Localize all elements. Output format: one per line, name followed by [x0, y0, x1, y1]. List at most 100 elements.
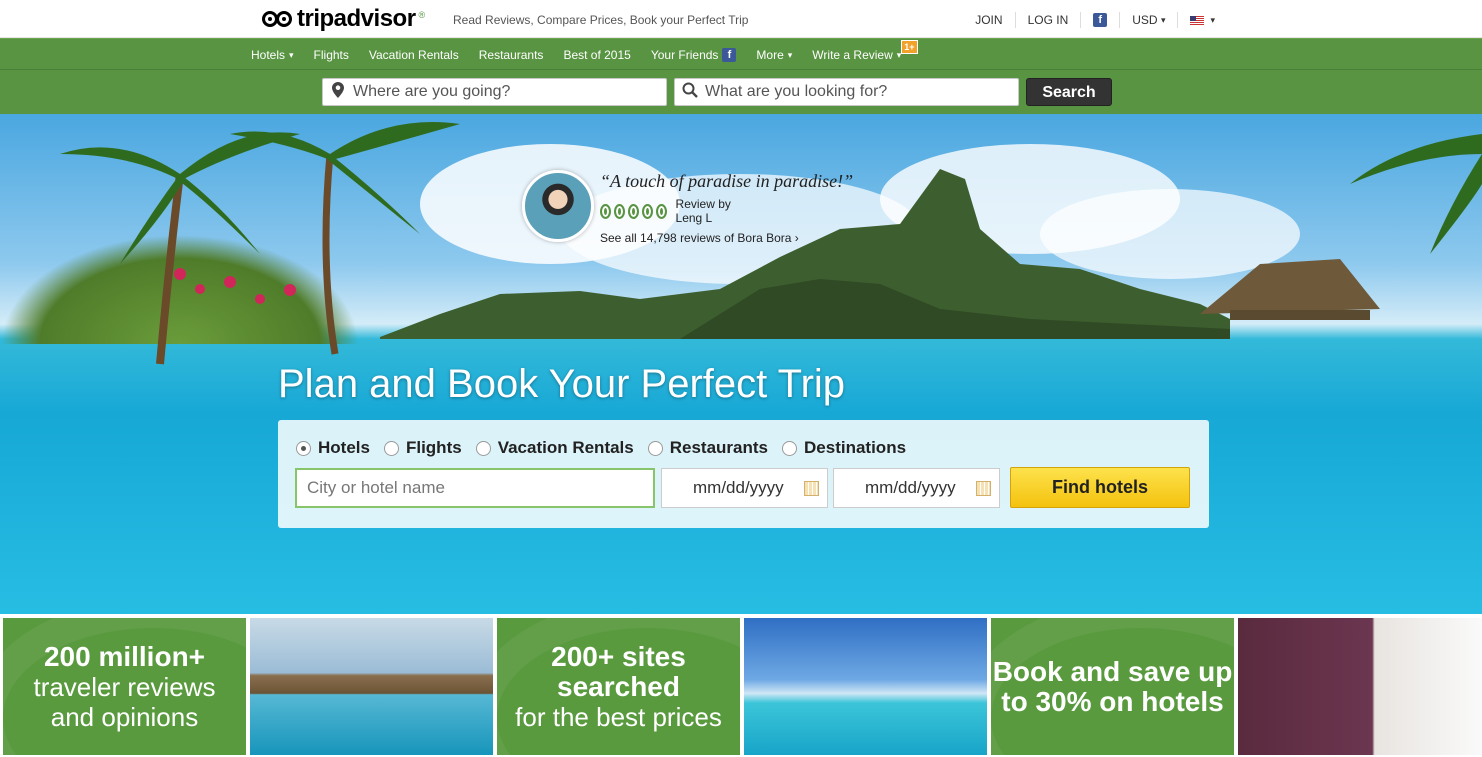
- facebook-icon: f: [722, 48, 737, 62]
- radio-vacation-rentals[interactable]: Vacation Rentals: [475, 438, 634, 458]
- site-tagline: Read Reviews, Compare Prices, Book your …: [453, 13, 749, 27]
- nav-write-review[interactable]: Write a Review ▾ 1+: [812, 40, 921, 62]
- map-pin-icon: [323, 81, 353, 103]
- nav-more-label: More: [756, 48, 784, 62]
- hero-headline: Plan and Book Your Perfect Trip: [278, 362, 846, 406]
- tile-sites-line2: searched: [557, 670, 680, 702]
- where-search-input[interactable]: Where are you going?: [322, 78, 667, 106]
- language-select[interactable]: ▾: [1178, 12, 1227, 28]
- nav-your-friends[interactable]: Your Friends f: [651, 48, 737, 62]
- chevron-down-icon: ▾: [787, 49, 793, 60]
- tile-sites-line3: for the best prices: [515, 701, 722, 732]
- search-icon: [675, 82, 705, 103]
- trip-planner-panel: Hotels Flights Vacation Rentals Restaura…: [278, 420, 1209, 528]
- nav-hotels-label: Hotels: [251, 48, 286, 62]
- nav-flights[interactable]: Flights: [314, 48, 349, 62]
- nav-more[interactable]: More ▾: [756, 48, 792, 62]
- checkout-placeholder: mm/dd/yyyy: [865, 478, 956, 497]
- owl-eyes-icon: [262, 9, 294, 29]
- find-hotels-button[interactable]: Find hotels: [1010, 467, 1190, 508]
- city-hotel-input[interactable]: City or hotel name: [295, 468, 655, 508]
- see-all-reviews-link[interactable]: See all 14,798 reviews of Bora Bora ›: [600, 231, 799, 245]
- currency-value: USD: [1132, 13, 1158, 27]
- hero-banner: “A touch of paradise in paradise!” Revie…: [0, 114, 1482, 614]
- join-link[interactable]: JOIN: [963, 12, 1016, 28]
- us-flag-icon: [1190, 15, 1205, 25]
- tile-photo-infinity-pool[interactable]: [250, 618, 493, 755]
- checkin-placeholder: mm/dd/yyyy: [693, 478, 784, 497]
- radio-unselected-icon: [475, 440, 491, 456]
- radio-hotels-label: Hotels: [318, 438, 370, 457]
- nav-vacation-rentals[interactable]: Vacation Rentals: [369, 48, 459, 62]
- tile-photo-bungalows[interactable]: [744, 618, 987, 755]
- registered-mark: ®: [418, 10, 426, 20]
- tile-savings-line2: to 30% on hotels: [1001, 685, 1224, 717]
- checkout-date-input[interactable]: mm/dd/yyyy: [833, 468, 1000, 508]
- main-nav: Hotels ▾ Flights Vacation Rentals Restaur…: [0, 38, 1482, 70]
- radio-unselected-icon: [383, 440, 399, 456]
- radio-destinations[interactable]: Destinations: [782, 438, 906, 458]
- nav-flights-label: Flights: [313, 48, 349, 62]
- radio-unselected-icon: [647, 440, 663, 456]
- rating-bubble-icon: [600, 203, 611, 219]
- promo-tiles: 200 million+ traveler reviews and opinio…: [0, 614, 1482, 757]
- nav-hotels[interactable]: Hotels ▾: [251, 48, 294, 62]
- logo-text-trip: trip: [297, 5, 334, 32]
- checkin-date-input[interactable]: mm/dd/yyyy: [661, 468, 828, 508]
- calendar-icon[interactable]: [804, 481, 819, 496]
- nav-vacation-rentals-label: Vacation Rentals: [368, 48, 459, 62]
- what-placeholder: What are you looking for?: [705, 83, 888, 100]
- tile-reviews-line3: and opinions: [50, 701, 199, 732]
- overwater-bungalow: [1200, 134, 1482, 320]
- radio-vacation-rentals-label: Vacation Rentals: [497, 438, 634, 457]
- tile-photo-hotel-room[interactable]: [1238, 618, 1482, 755]
- currency-select[interactable]: USD ▾: [1120, 12, 1179, 28]
- radio-unselected-icon: [782, 440, 798, 456]
- search-type-options: Hotels Flights Vacation Rentals Restaura…: [296, 438, 920, 458]
- review-quote: “A touch of paradise in paradise!”: [600, 171, 854, 191]
- chevron-down-icon: ▾: [1160, 14, 1166, 25]
- tripadvisor-logo[interactable]: tripadvisor ®: [262, 5, 426, 32]
- palm-trees: [60, 122, 460, 365]
- radio-flights[interactable]: Flights: [383, 438, 462, 458]
- nav-best-of-2015[interactable]: Best of 2015: [563, 48, 630, 62]
- nav-your-friends-label: Your Friends: [650, 48, 719, 62]
- search-button[interactable]: Search: [1026, 78, 1112, 106]
- nav-write-review-label: Write a Review: [812, 48, 893, 62]
- chevron-down-icon: ▾: [1210, 14, 1215, 25]
- top-bar: tripadvisor ® Read Reviews, Compare Pric…: [0, 0, 1482, 38]
- logo-text-advisor: advisor: [333, 5, 416, 32]
- login-link[interactable]: LOG IN: [1016, 12, 1082, 28]
- rating-bubble-icon: [613, 203, 625, 219]
- tile-reviews-line2: traveler reviews: [33, 671, 216, 702]
- radio-restaurants[interactable]: Restaurants: [647, 438, 769, 458]
- nav-restaurants[interactable]: Restaurants: [479, 48, 544, 62]
- radio-hotels[interactable]: Hotels: [296, 438, 370, 458]
- nav-best-of-label: Best of 2015: [563, 48, 631, 62]
- chevron-down-icon: ▾: [289, 49, 294, 60]
- account-links: JOIN LOG IN f USD ▾ ▾: [963, 12, 1482, 28]
- reviewer-avatar: [522, 170, 594, 242]
- what-search-input[interactable]: What are you looking for?: [674, 78, 1019, 106]
- bora-bora-mountain: [380, 169, 1230, 339]
- rating-bubble-icon: [641, 203, 653, 219]
- review-rating: Review by Leng L: [600, 197, 735, 225]
- radio-selected-icon: [296, 440, 311, 456]
- radio-destinations-label: Destinations: [804, 438, 907, 457]
- facebook-login-button[interactable]: f: [1081, 12, 1121, 28]
- where-placeholder: Where are you going?: [353, 83, 511, 100]
- tile-reviews-headline: 200 million+: [43, 640, 206, 672]
- rating-bubble-icon: [655, 203, 667, 219]
- radio-restaurants-label: Restaurants: [669, 438, 769, 457]
- search-bar: Where are you going? What are you lookin…: [0, 70, 1482, 114]
- radio-flights-label: Flights: [405, 438, 462, 457]
- tile-sites-line1: 200+ sites: [551, 640, 686, 672]
- tile-reviews[interactable]: 200 million+ traveler reviews and opinio…: [3, 618, 246, 755]
- review-badge: 1+: [901, 40, 918, 54]
- tile-savings-line1: Book and save up: [992, 655, 1233, 687]
- facebook-icon: f: [1093, 13, 1108, 27]
- tile-savings[interactable]: Book and save up to 30% on hotels: [991, 618, 1234, 755]
- rating-bubble-icon: [627, 203, 639, 219]
- tile-sites[interactable]: 200+ sites searched for the best prices: [497, 618, 740, 755]
- calendar-icon[interactable]: [976, 481, 991, 496]
